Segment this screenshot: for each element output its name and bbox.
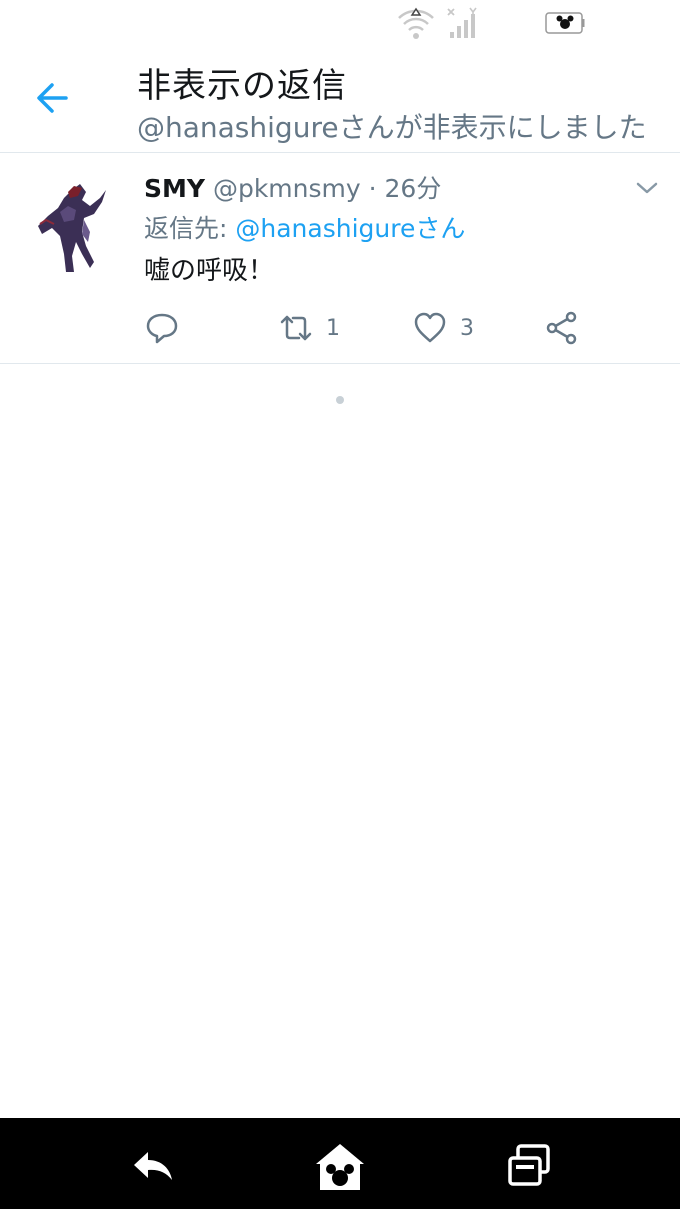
share-button[interactable] [544, 306, 580, 350]
tweet[interactable]: SMY @pkmnsmy · 26分 返信先: @hanashigureさん 嘘… [0, 154, 680, 364]
reply-mention-link[interactable]: @hanashigureさん [235, 214, 465, 243]
separator-dot: · [368, 174, 377, 203]
chevron-down-icon [636, 182, 658, 194]
status-bar [0, 0, 680, 48]
user-name[interactable]: SMY [144, 174, 205, 203]
back-icon [134, 1152, 172, 1180]
nav-recents-button[interactable] [502, 1138, 558, 1194]
avatar[interactable] [24, 172, 124, 280]
wifi-icon [398, 7, 434, 39]
recents-icon [508, 1144, 550, 1186]
share-icon [546, 311, 577, 345]
retweet-button[interactable]: 1 [278, 306, 340, 350]
reply-button[interactable] [144, 306, 180, 350]
reply-to-line: 返信先: @hanashigureさん [144, 212, 465, 246]
user-handle[interactable]: @pkmnsmy [213, 174, 361, 203]
tweet-menu-button[interactable] [634, 178, 660, 198]
timestamp[interactable]: 26分 [385, 174, 442, 203]
heart-icon [414, 312, 446, 343]
back-button[interactable] [28, 76, 80, 120]
reply-icon [146, 313, 178, 344]
system-nav-bar [0, 1118, 680, 1209]
header: 非表示の返信 @hanashigureさんが非表示にしました [0, 48, 680, 153]
reply-to-label: 返信先: [144, 214, 236, 243]
loading-indicator [336, 396, 344, 404]
like-count: 3 [460, 315, 474, 341]
page-title: 非表示の返信 [137, 66, 347, 106]
like-button[interactable]: 3 [412, 306, 474, 350]
tweet-header: SMY @pkmnsmy · 26分 [144, 172, 441, 206]
nav-back-button[interactable] [126, 1138, 182, 1194]
arrow-left-icon [37, 83, 68, 113]
page-subtitle: @hanashigureさんが非表示にしました [137, 111, 647, 144]
tweet-text: 嘘の呼吸！ [144, 256, 275, 286]
home-icon [316, 1144, 364, 1190]
tweet-actions: 1 3 [144, 306, 644, 350]
retweet-icon [280, 315, 312, 341]
signal-icon [447, 7, 477, 38]
nav-home-button[interactable] [312, 1138, 368, 1194]
battery-icon [545, 12, 585, 34]
retweet-count: 1 [326, 315, 340, 341]
